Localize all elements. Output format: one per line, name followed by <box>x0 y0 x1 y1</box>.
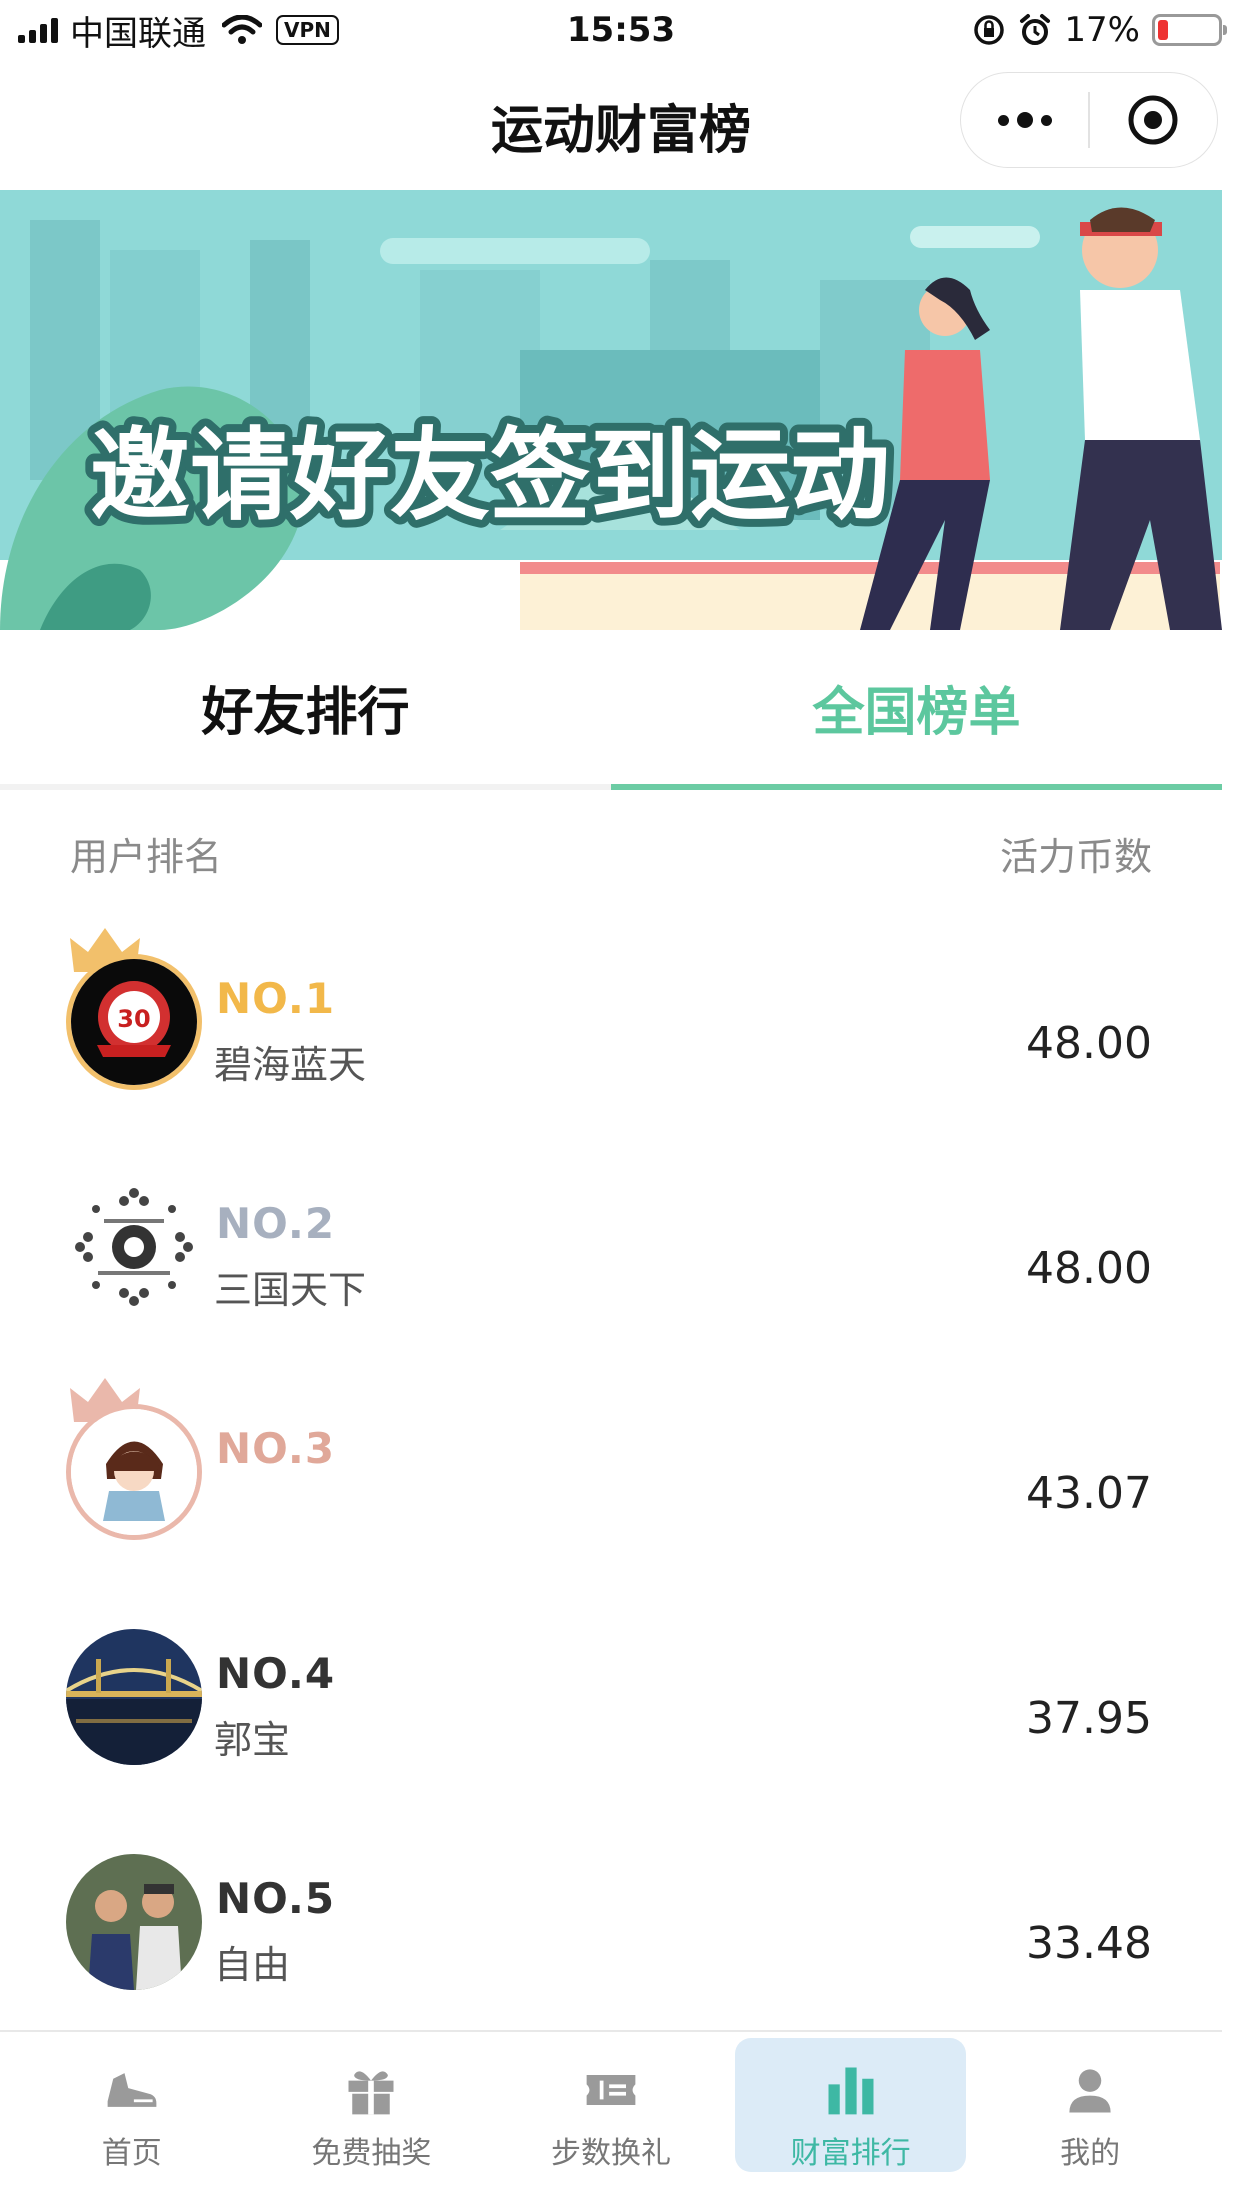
gift-icon <box>348 2071 394 2115</box>
ranking-row[interactable]: NO.4 郭宝 37.95 <box>0 1581 1222 1806</box>
rotation-lock-icon <box>974 15 1005 45</box>
list-header: 用户排名 活力币数 <box>0 796 1222 906</box>
more-dot-icon <box>1040 114 1052 126</box>
mini-program-capsule <box>960 72 1218 168</box>
svg-text:30: 30 <box>117 1005 150 1033</box>
ranking-row[interactable]: 30 NO.1 碧海蓝天 48.00 <box>0 906 1222 1131</box>
more-dot-icon <box>997 114 1009 126</box>
avatar-container <box>64 1153 204 1315</box>
ranking-row[interactable]: NO.3 43.07 <box>0 1356 1222 1581</box>
tab-wealth-ranking-label: 财富排行 <box>790 2136 911 2171</box>
tab-national-ranking[interactable]: 全国榜单 <box>611 630 1222 790</box>
sneaker-icon <box>107 2073 157 2107</box>
rank-number: NO.4 <box>216 1649 336 1698</box>
close-button[interactable] <box>1090 72 1217 168</box>
close-target-icon <box>1128 95 1178 145</box>
ticket-icon <box>586 2075 636 2105</box>
tab-home[interactable]: 首页 <box>16 2038 248 2172</box>
person-icon <box>1069 2069 1111 2113</box>
column-user-rank: 用户排名 <box>70 835 223 879</box>
more-button[interactable] <box>961 72 1088 168</box>
more-dot-icon <box>1016 112 1033 128</box>
tab-friends-ranking[interactable]: 好友排行 <box>0 630 611 784</box>
tab-steps-exchange[interactable]: 步数换礼 <box>495 2038 727 2172</box>
user-name: 三国天下 <box>214 1268 367 1312</box>
bar-chart-icon <box>828 2067 874 2115</box>
alarm-icon <box>1020 14 1051 45</box>
tab-wealth-ranking[interactable]: 财富排行 <box>734 2038 967 2172</box>
promo-banner[interactable]: 邀请好友签到运动 邀请好友签到运动 <box>0 190 1222 630</box>
avatar-container <box>64 1828 204 1990</box>
ranking-row[interactable]: NO.2 三国天下 48.00 <box>0 1131 1222 1356</box>
status-bar: 中国联通 VPN 15:53 17% <box>0 0 1242 62</box>
avatar[interactable] <box>66 1629 202 1765</box>
coin-score: 48.00 <box>1026 1018 1152 1069</box>
tab-mine-label: 我的 <box>1060 2136 1121 2171</box>
avatar-container: 30 <box>64 928 204 1090</box>
avatar[interactable] <box>66 1854 202 1990</box>
battery-percent: 17% <box>1064 10 1140 50</box>
column-coins: 活力币数 <box>999 835 1152 879</box>
rank-number: NO.3 <box>216 1424 336 1473</box>
user-name: 自由 <box>214 1943 291 1987</box>
rank-number: NO.5 <box>216 1874 336 1923</box>
status-right: 17% <box>972 10 1227 50</box>
avatar[interactable] <box>66 1179 202 1315</box>
ranking-list: 30 NO.1 碧海蓝天 48.00 NO.2 三国天下 48.00 NO.3 … <box>0 906 1222 2031</box>
avatar[interactable] <box>66 1404 202 1540</box>
banner-illustration: 邀请好友签到运动 邀请好友签到运动 <box>0 190 1222 630</box>
coin-score: 48.00 <box>1026 1243 1152 1294</box>
avatar-container <box>64 1378 204 1540</box>
rank-number: NO.1 <box>216 974 336 1023</box>
tab-steps-exchange-label: 步数换礼 <box>550 2136 671 2171</box>
tab-home-label: 首页 <box>101 2136 162 2171</box>
ranking-row[interactable]: NO.5 自由 33.48 <box>0 1806 1222 2031</box>
coin-score: 43.07 <box>1026 1468 1152 1519</box>
rank-number: NO.2 <box>216 1199 336 1248</box>
banner-headline: 邀请好友签到运动 <box>90 417 890 534</box>
tab-free-lottery-label: 免费抽奖 <box>311 2136 432 2171</box>
ranking-tabs: 好友排行 全国榜单 <box>0 630 1222 790</box>
tab-free-lottery[interactable]: 免费抽奖 <box>256 2038 488 2172</box>
battery-icon <box>1152 14 1227 46</box>
nav-bar: 运动财富榜 <box>0 62 1242 188</box>
user-name: 郭宝 <box>214 1718 291 1762</box>
battery-fill <box>1158 20 1168 40</box>
coin-score: 33.48 <box>1026 1918 1152 1969</box>
bottom-tab-bar: 首页 免费抽奖 步数换礼 财富排行 我的 <box>0 2030 1222 2208</box>
coin-score: 37.95 <box>1026 1693 1152 1744</box>
user-name: 碧海蓝天 <box>214 1043 367 1087</box>
avatar[interactable]: 30 <box>66 954 202 1090</box>
avatar-container <box>64 1603 204 1765</box>
tab-mine[interactable]: 我的 <box>974 2038 1206 2172</box>
